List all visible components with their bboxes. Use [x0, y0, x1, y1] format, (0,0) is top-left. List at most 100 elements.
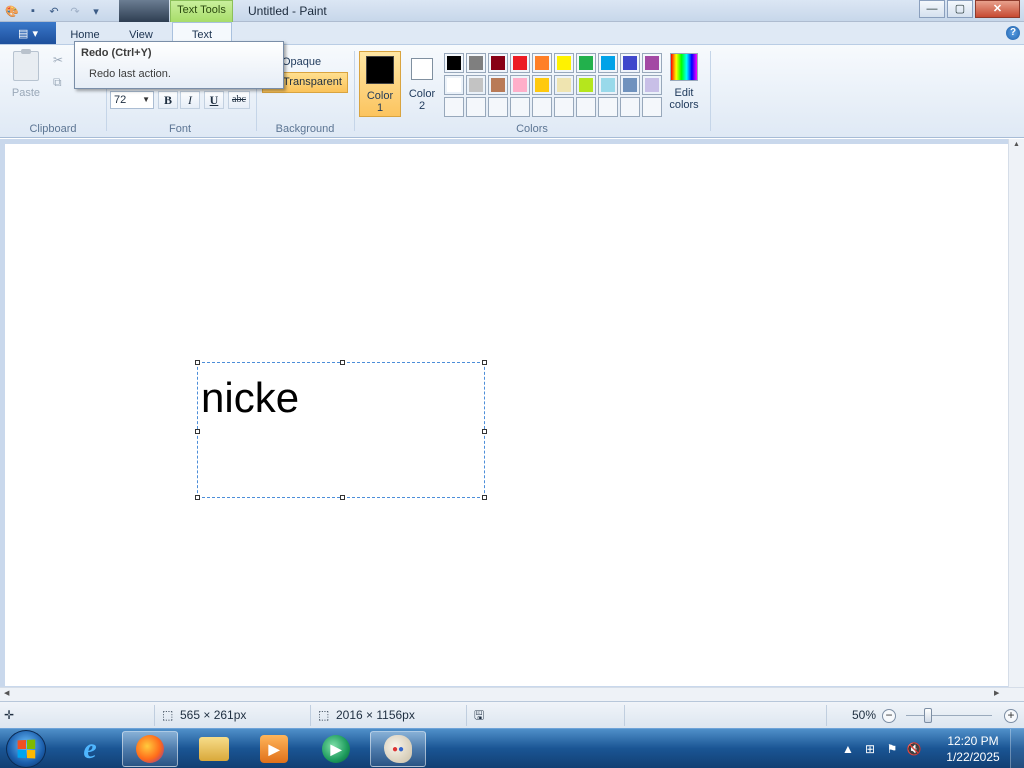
taskbar-media-player[interactable]: ▶ [246, 731, 302, 767]
resize-handle[interactable] [482, 429, 487, 434]
taskbar-paint[interactable]: ● ● [370, 731, 426, 767]
palette-swatch[interactable] [554, 75, 574, 95]
palette-swatch[interactable] [642, 75, 662, 95]
palette-swatch-empty[interactable] [620, 97, 640, 117]
color2-button[interactable]: Color 2 [403, 51, 441, 117]
palette-swatch[interactable] [620, 75, 640, 95]
network-icon[interactable]: ⊞ [862, 742, 878, 756]
text-box[interactable]: nicke [195, 360, 487, 500]
zoom-slider[interactable] [906, 715, 992, 716]
show-desktop-button[interactable] [1010, 729, 1024, 768]
zoom-in-button[interactable]: + [1004, 709, 1018, 723]
resize-handle[interactable] [195, 495, 200, 500]
palette-swatch-empty[interactable] [510, 97, 530, 117]
strikethrough-button[interactable]: abc [228, 91, 250, 109]
taskbar-firefox[interactable] [122, 731, 178, 767]
clock[interactable]: 12:20 PM 1/22/2025 [940, 733, 1006, 765]
font-size-select[interactable]: 72 ▼ [110, 91, 154, 109]
palette-swatch[interactable] [620, 53, 640, 73]
color1-button[interactable]: Color 1 [359, 51, 401, 117]
palette-swatch[interactable] [510, 75, 530, 95]
show-hidden-icons-icon[interactable]: ▲ [840, 742, 856, 756]
palette-swatch[interactable] [488, 75, 508, 95]
edit-colors-button[interactable]: Edit colors [666, 53, 702, 111]
palette-swatch-empty[interactable] [444, 97, 464, 117]
redo-icon[interactable]: ↷ [65, 1, 85, 21]
palette-swatch[interactable] [598, 53, 618, 73]
paint-app-icon[interactable]: 🎨 [2, 1, 22, 21]
scroll-right-icon[interactable]: ▶ [994, 688, 999, 700]
rainbow-icon [670, 53, 698, 81]
color1-label-line1: Color [366, 90, 394, 102]
color2-swatch [411, 58, 433, 80]
bold-button[interactable]: B [158, 91, 178, 109]
palette-swatch-empty[interactable] [466, 97, 486, 117]
windows-logo-icon [17, 739, 36, 759]
resize-handle[interactable] [482, 495, 487, 500]
palette-swatch[interactable] [598, 75, 618, 95]
palette-swatch-empty[interactable] [598, 97, 618, 117]
paste-button[interactable]: Paste [6, 49, 46, 111]
canvas-text[interactable]: nicke [201, 375, 299, 421]
palette-swatch[interactable] [576, 53, 596, 73]
help-icon[interactable]: ? [1006, 26, 1020, 40]
palette-swatch[interactable] [466, 53, 486, 73]
group-label-font: Font [168, 123, 191, 135]
taskbar-media-center[interactable]: ▶ [308, 731, 364, 767]
palette-swatch-empty[interactable] [642, 97, 662, 117]
resize-handle[interactable] [195, 360, 200, 365]
palette-swatch[interactable] [576, 75, 596, 95]
italic-button[interactable]: I [180, 91, 200, 109]
undo-icon[interactable]: ↶ [44, 1, 64, 21]
zoom-slider-thumb[interactable] [924, 708, 932, 723]
customize-qat-icon[interactable]: ▾ [86, 1, 106, 21]
taskbar-internet-explorer[interactable]: e [62, 731, 118, 767]
palette-swatch-empty[interactable] [488, 97, 508, 117]
palette-swatch-empty[interactable] [576, 97, 596, 117]
horizontal-scrollbar[interactable]: ◀ ▶ [0, 687, 1024, 701]
palette-swatch[interactable] [510, 53, 530, 73]
palette-swatch[interactable] [488, 53, 508, 73]
palette-swatch[interactable] [532, 75, 552, 95]
palette-swatch[interactable] [444, 53, 464, 73]
resize-handle[interactable] [340, 495, 345, 500]
cut-icon[interactable]: ✂ [53, 53, 63, 67]
palette-swatch[interactable] [532, 53, 552, 73]
maximize-button[interactable]: ▢ [947, 0, 973, 18]
palette-swatch[interactable] [444, 75, 464, 95]
start-button[interactable] [6, 730, 46, 768]
image-size-icon: ⬚ [318, 708, 330, 722]
resize-handle[interactable] [195, 429, 200, 434]
palette-swatch-fill [535, 56, 549, 70]
save-icon[interactable]: ▪ [23, 1, 43, 21]
drawing-canvas[interactable] [5, 144, 1008, 686]
media-center-icon: ▶ [322, 735, 350, 763]
vertical-scrollbar[interactable]: ▲ [1008, 139, 1024, 687]
resize-handle[interactable] [482, 360, 487, 365]
palette-swatch[interactable] [554, 53, 574, 73]
paint-menu-button[interactable]: ▤ ▾ [0, 22, 56, 44]
underline-button[interactable]: U [204, 91, 224, 109]
copy-icon[interactable]: ⧉ [53, 75, 62, 90]
minimize-button[interactable]: — [919, 0, 945, 18]
resize-handle[interactable] [340, 360, 345, 365]
palette-swatch-fill [601, 100, 615, 114]
status-separator [310, 705, 311, 726]
group-label-background: Background [275, 123, 335, 135]
palette-swatch[interactable] [466, 75, 486, 95]
palette-swatch-empty[interactable] [554, 97, 574, 117]
scroll-up-icon[interactable]: ▲ [1009, 139, 1024, 151]
palette-swatch-empty[interactable] [532, 97, 552, 117]
selection-size-icon: ⬚ [162, 708, 174, 722]
color1-label-line2: 1 [376, 102, 384, 114]
palette-swatch-fill [557, 100, 571, 114]
zoom-out-button[interactable]: − [882, 709, 896, 723]
palette-swatch-fill [447, 100, 461, 114]
scroll-left-icon[interactable]: ◀ [4, 688, 9, 700]
action-center-flag-icon[interactable]: ⚑ [884, 742, 900, 756]
palette-swatch[interactable] [642, 53, 662, 73]
close-button[interactable]: ✕ [975, 0, 1020, 18]
media-player-icon: ▶ [260, 735, 288, 763]
taskbar-file-explorer[interactable] [186, 731, 242, 767]
volume-muted-icon[interactable]: 🔇 [906, 742, 922, 756]
